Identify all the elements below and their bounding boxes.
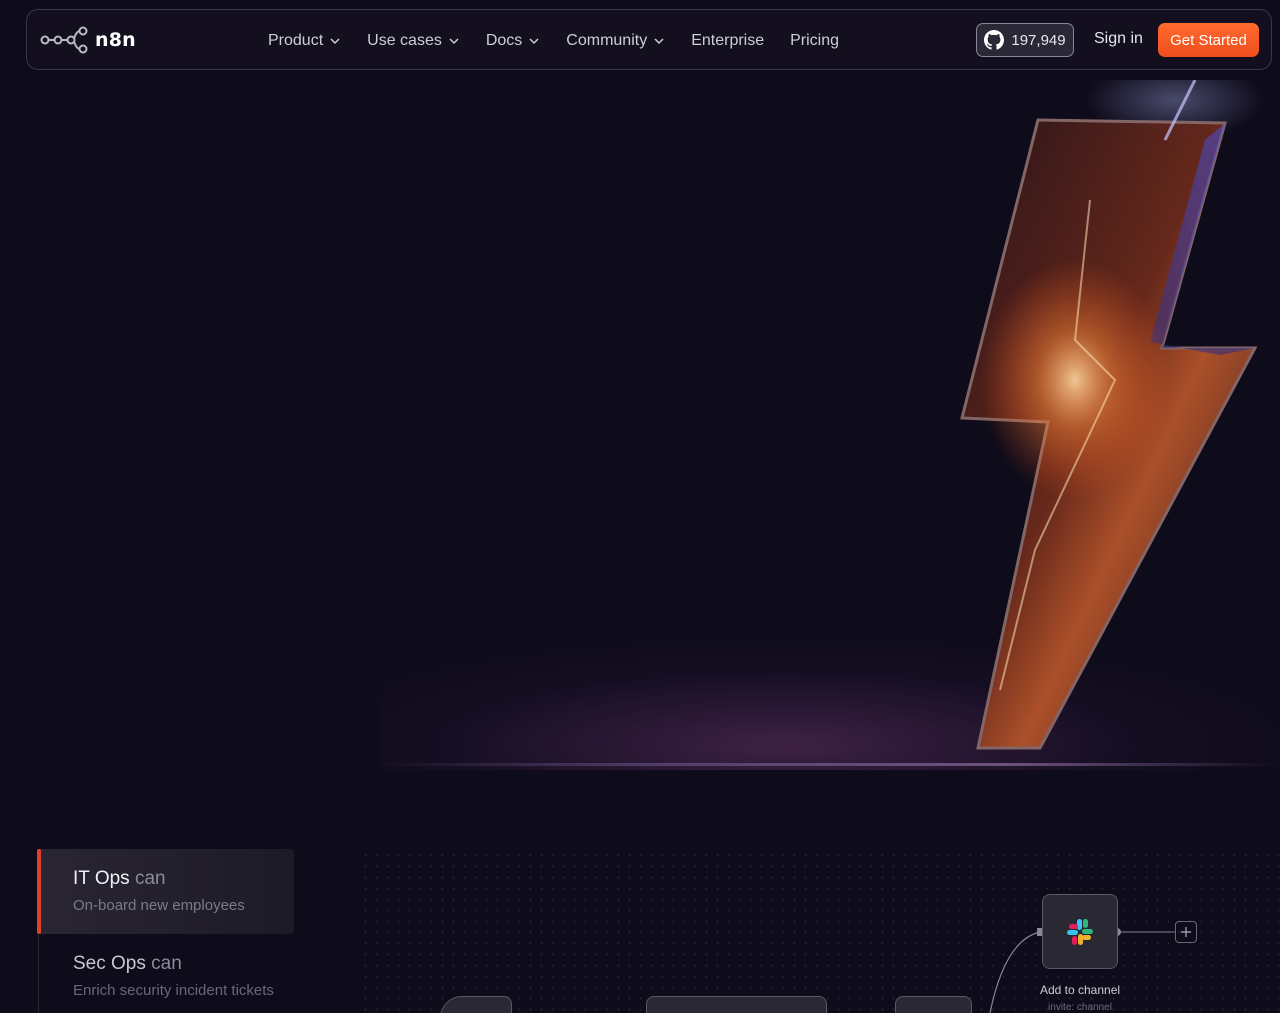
chevron-down-icon [449,37,459,44]
active-indicator [37,849,41,934]
nav-product[interactable]: Product [268,32,341,50]
main-menu: Product Use cases Docs Community Enterpr… [268,10,865,71]
workflow-node-switch[interactable] [895,996,972,1013]
top-navigation: n8n Product Use cases Docs Community Ent… [26,9,1272,70]
sign-in-link[interactable]: Sign in [1094,30,1143,48]
use-case-task: Enrich security incident tickets [73,982,274,999]
chevron-down-icon [654,37,664,44]
chevron-down-icon [330,37,340,44]
get-started-button[interactable]: Get Started [1158,23,1259,57]
nav-pricing[interactable]: Pricing [790,32,839,50]
node-sublabel: invite: channel [1048,1002,1112,1013]
use-case-sec-ops[interactable]: Sec Ops can Enrich security incident tic… [73,953,274,999]
slack-node[interactable] [1042,894,1118,969]
nav-enterprise[interactable]: Enterprise [691,32,764,50]
slack-icon [1067,918,1093,945]
use-case-team: Sec Ops [73,953,146,974]
workflow-node-trigger[interactable] [440,996,512,1013]
github-star-count: 197,949 [1011,31,1066,49]
use-case-it-ops[interactable]: IT Ops can On-board new employees [73,868,245,914]
github-icon [984,30,1005,50]
use-case-verb: can [134,868,166,889]
use-case-task: On-board new employees [73,897,245,914]
node-label: Add to channel [1039,983,1121,997]
nav-community[interactable]: Community [566,32,665,50]
use-case-team: IT Ops [73,868,130,889]
nav-docs-label: Docs [485,31,523,49]
n8n-logo-icon [40,26,88,54]
workflow-node-action[interactable] [646,996,827,1013]
nav-enterprise-label: Enterprise [691,31,765,49]
use-case-title: Sec Ops can [73,953,274,975]
add-node-button[interactable] [1175,921,1197,943]
use-case-divider [38,935,39,1013]
chevron-down-icon [529,37,539,44]
plus-icon [1181,927,1191,937]
nav-product-label: Product [268,31,324,49]
github-stars-button[interactable]: 197,949 [976,23,1074,57]
nav-pricing-label: Pricing [790,31,840,49]
lightning-bolt-illustration [960,80,1265,750]
brand-name: n8n [95,29,136,51]
nav-use-cases[interactable]: Use cases [367,32,460,50]
use-case-verb: can [151,953,182,974]
hero-section [0,80,1280,770]
nav-community-label: Community [566,31,648,49]
use-case-title: IT Ops can [73,868,245,890]
nav-docs[interactable]: Docs [486,32,540,50]
n8n-logo[interactable]: n8n [40,26,136,54]
nav-use-cases-label: Use cases [367,31,442,49]
